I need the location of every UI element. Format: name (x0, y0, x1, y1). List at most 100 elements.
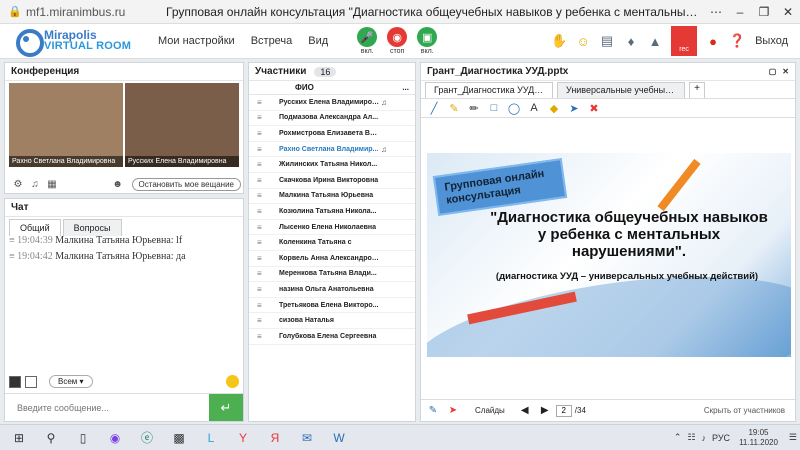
column-name[interactable]: ФИО (295, 83, 314, 92)
text-color-icon[interactable] (9, 375, 21, 388)
mail-icon[interactable]: ✉ (294, 427, 320, 449)
volume-icon[interactable]: ♪ (702, 433, 707, 443)
menu-my-settings[interactable]: Мои настройки (158, 35, 235, 47)
text-tool-icon[interactable]: A (527, 101, 541, 115)
stop-button[interactable]: ◉ стоп (387, 27, 408, 55)
browser-url[interactable]: mf1.miranimbus.ru (26, 5, 136, 19)
drag-handle-icon[interactable]: ≡ (249, 316, 279, 325)
exit-button[interactable]: Выход (755, 35, 788, 47)
line-tool-icon[interactable]: ╱ (427, 101, 441, 115)
participant-row[interactable]: ≡ Козюлина Татьяна Никола... (249, 204, 415, 220)
task-view-icon[interactable]: ▯ (70, 427, 96, 449)
windows-start-icon[interactable]: ⊞ (6, 427, 32, 449)
presentation-slide[interactable]: Групповая онлайн консультация "Диагности… (427, 153, 791, 357)
record-button[interactable]: rec (671, 26, 698, 56)
background-color-icon[interactable] (25, 375, 37, 388)
drag-handle-icon[interactable]: ≡ (249, 223, 279, 232)
yandex-browser-icon[interactable]: Y (230, 427, 256, 449)
stop-broadcast-button[interactable]: Остановить мое вещание (131, 177, 241, 191)
drag-handle-icon[interactable]: ≡ (249, 238, 279, 247)
participant-row[interactable]: ≡ сизова Наталья (249, 313, 415, 329)
stats-icon[interactable]: ▤ (596, 30, 618, 52)
participant-row[interactable]: ≡ Голубкова Елена Сергеевна (249, 329, 415, 345)
drag-handle-icon[interactable]: ≡ (249, 254, 279, 263)
column-more[interactable]: ... (402, 83, 409, 92)
participant-row[interactable]: ≡ назина Ольга Анатольевна (249, 282, 415, 298)
mic-button[interactable]: 🎤 вкл. (357, 27, 378, 55)
participant-row[interactable]: ≡ Подмазова Александра Ал... (249, 111, 415, 127)
search-icon[interactable]: ⚲ (38, 427, 64, 449)
participant-row[interactable]: ≡ Коленкина Татьяна с (249, 235, 415, 251)
camera-button[interactable]: ▣ вкл. (417, 27, 438, 55)
word-icon[interactable]: W (326, 427, 352, 449)
close-panel-icon[interactable]: ✕ (782, 67, 789, 76)
tab-general[interactable]: Общий (9, 219, 61, 236)
prev-slide-icon[interactable]: ◀ (517, 403, 533, 419)
drag-handle-icon[interactable]: ≡ (249, 129, 279, 138)
tab-presentation-1[interactable]: Грант_Диагностика УУД.... (425, 82, 553, 98)
drag-handle-icon[interactable]: ≡ (249, 160, 279, 169)
close-icon[interactable]: ✕ (776, 1, 800, 23)
participant-row[interactable]: ≡ Малкина Татьяна Юрьевна (249, 189, 415, 205)
layout-icon[interactable]: ▦ (45, 177, 59, 191)
participant-row[interactable]: ≡ Жилинских Татьяна Никол... (249, 157, 415, 173)
pen-tool-icon[interactable]: ✏ (467, 101, 481, 115)
participant-row[interactable]: ≡ Третьякова Елена Викторо... (249, 298, 415, 314)
restore-icon[interactable]: ❐ (752, 1, 776, 23)
clear-tool-icon[interactable]: ✖ (587, 101, 601, 115)
drag-handle-icon[interactable]: ≡ (249, 191, 279, 200)
store-icon[interactable]: ▩ (166, 427, 192, 449)
raise-hand-icon[interactable]: ✋ (548, 30, 570, 52)
participant-row[interactable]: ≡ Русских Елена Владимировна ♫ (249, 95, 415, 111)
next-slide-icon[interactable]: ▶ (537, 403, 553, 419)
notifications-icon[interactable]: ☰ (789, 432, 797, 443)
page-input[interactable] (555, 404, 572, 417)
help-icon[interactable]: ❓ (726, 30, 748, 52)
chevron-up-icon[interactable]: ⌃ (674, 432, 682, 443)
alice-icon[interactable]: ◉ (102, 427, 128, 449)
pin-icon[interactable]: ▲ (644, 30, 666, 52)
cam-settings-icon[interactable]: ⚙ (11, 177, 25, 191)
drag-handle-icon[interactable]: ≡ (249, 176, 279, 185)
yandex-icon[interactable]: Я (262, 427, 288, 449)
tab-presentation-2[interactable]: Универсальные учебные... (557, 82, 685, 98)
recipient-select[interactable]: Всем ▾ (49, 375, 93, 388)
participant-row[interactable]: ≡ Скачкова Ирина Викторовна (249, 173, 415, 189)
video-tile-2[interactable]: Русских Елена Владимировна (125, 83, 239, 167)
edge-icon[interactable]: ⓔ (134, 427, 160, 449)
clock[interactable]: 19:05 11.11.2020 (739, 428, 778, 448)
language-flag-icon[interactable]: ● (702, 30, 724, 52)
network-icon[interactable]: ☷ (687, 432, 695, 443)
drag-handle-icon[interactable]: ≡ (249, 301, 279, 310)
video-tile-1[interactable]: Рахно Светлана Владимировна (9, 83, 123, 167)
participant-row[interactable]: ≡ Корвель Анна Александров... (249, 251, 415, 267)
tab-questions[interactable]: Вопросы (62, 219, 122, 236)
drag-handle-icon[interactable]: ≡ (249, 113, 279, 122)
app-l-icon[interactable]: L (198, 427, 224, 449)
send-icon[interactable]: ↵ (209, 394, 243, 421)
smiley-icon[interactable] (226, 375, 239, 388)
pointer-icon[interactable]: ➤ (445, 403, 461, 419)
participant-row[interactable]: ≡ Меренкова Татьяна Влади... (249, 267, 415, 283)
language-indicator[interactable]: РУС (712, 433, 730, 443)
drag-handle-icon[interactable]: ≡ (249, 269, 279, 278)
ellipse-tool-icon[interactable]: ◯ (507, 101, 521, 115)
participant-row[interactable]: ≡ Рохмистрова Елизавета Вл... (249, 126, 415, 142)
mic-settings-icon[interactable]: ♫ (28, 177, 42, 191)
menu-dots-icon[interactable]: ⋯ (704, 1, 728, 23)
menu-meeting[interactable]: Встреча (251, 35, 293, 47)
drag-handle-icon[interactable]: ≡ (249, 285, 279, 294)
menu-view[interactable]: Вид (308, 35, 328, 47)
maximize-icon[interactable]: ▢ (769, 67, 777, 76)
drag-handle-icon[interactable]: ≡ (249, 98, 279, 107)
marker-tool-icon[interactable]: ✎ (447, 101, 461, 115)
rectangle-tool-icon[interactable]: □ (487, 101, 501, 115)
minimize-icon[interactable]: – (728, 1, 752, 23)
pointer-tool-icon[interactable]: ➤ (567, 101, 581, 115)
drag-handle-icon[interactable]: ≡ (249, 332, 279, 341)
annotate-icon[interactable]: ✎ (425, 403, 441, 419)
drag-handle-icon[interactable]: ≡ (249, 207, 279, 216)
eraser-tool-icon[interactable]: ◆ (547, 101, 561, 115)
emoji-icon[interactable]: ☺ (572, 30, 594, 52)
participant-row[interactable]: ≡ Рахно Светлана Владимир... ♫ (249, 142, 415, 158)
